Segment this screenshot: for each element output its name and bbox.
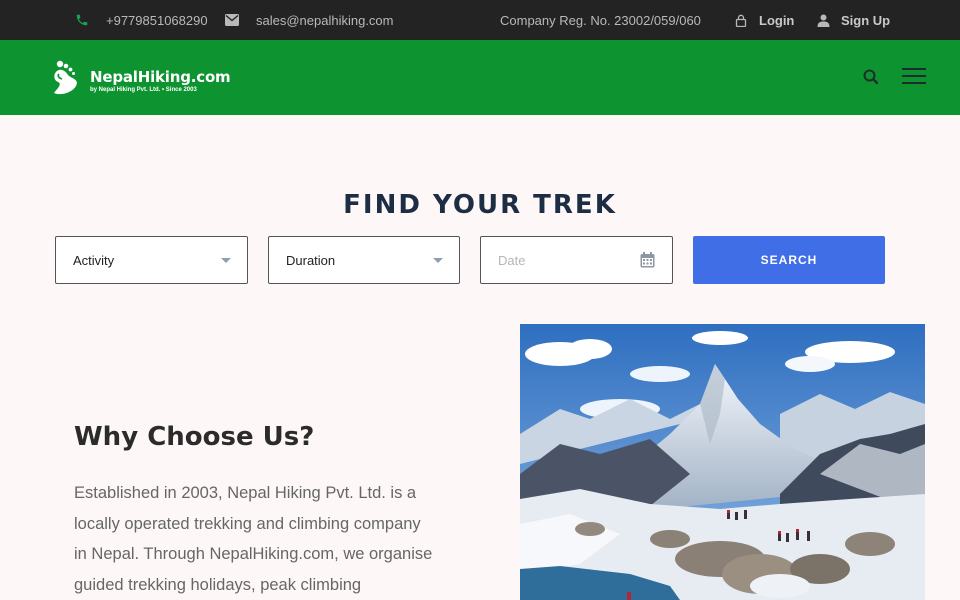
search-button[interactable]: SEARCH <box>693 236 885 284</box>
duration-select[interactable]: Duration <box>268 236 460 284</box>
date-input[interactable]: Date <box>480 236 673 284</box>
activity-select[interactable]: Activity <box>55 236 248 284</box>
user-icon <box>815 12 831 28</box>
why-text-line: locally operated trekking and climbing c… <box>74 514 421 533</box>
why-text-line: Established in 2003, Nepal Hiking Pvt. L… <box>74 484 417 502</box>
chevron-down-icon <box>433 258 443 263</box>
envelope-icon <box>224 12 240 28</box>
why-text-line: guided trekking holidays, peak climbing <box>74 575 362 594</box>
signup-link[interactable]: Sign Up <box>815 0 890 40</box>
site-header: NepalHiking.com by Nepal Hiking Pvt. Ltd… <box>0 40 960 115</box>
company-registration: Company Reg. No. 23002/059/060 <box>500 0 701 40</box>
chevron-down-icon <box>221 258 231 263</box>
phone-contact[interactable]: +9779851068290 <box>74 0 208 40</box>
duration-selected-value: Duration <box>286 252 336 268</box>
calendar-icon[interactable] <box>640 252 655 268</box>
signup-label[interactable]: Sign Up <box>841 13 890 28</box>
login-link[interactable]: Login <box>733 0 794 40</box>
activity-selected-value: Activity <box>73 252 115 268</box>
logo-tagline: by Nepal Hiking Pvt. Ltd. • Since 2003 <box>90 87 197 93</box>
lock-icon <box>733 12 749 28</box>
login-label[interactable]: Login <box>759 13 794 28</box>
email-contact[interactable]: sales@nepalhiking.com <box>224 0 394 40</box>
footprint-logo-icon <box>54 60 77 95</box>
phone-icon <box>74 12 90 28</box>
why-text-line: in Nepal. Through NepalHiking.com, we or… <box>74 545 433 564</box>
phone-number[interactable]: +9779851068290 <box>106 13 208 28</box>
logo-name: NepalHiking.com <box>90 68 231 86</box>
mountain-trek-image <box>520 324 925 600</box>
search-icon[interactable] <box>862 68 880 86</box>
site-logo[interactable]: NepalHiking.com by Nepal Hiking Pvt. Ltd… <box>50 60 240 98</box>
why-choose-us-text: Established in 2003, Nepal Hiking Pvt. L… <box>74 478 454 600</box>
finder-title: FIND YOUR TREK <box>343 190 617 220</box>
why-choose-us-heading: Why Choose Us? <box>74 422 315 452</box>
hamburger-menu-icon[interactable] <box>902 66 926 86</box>
date-placeholder: Date <box>498 252 526 268</box>
top-bar: +9779851068290 sales@nepalhiking.com Com… <box>0 0 960 40</box>
email-address[interactable]: sales@nepalhiking.com <box>256 13 394 28</box>
company-reg-text: Company Reg. No. 23002/059/060 <box>500 12 701 28</box>
